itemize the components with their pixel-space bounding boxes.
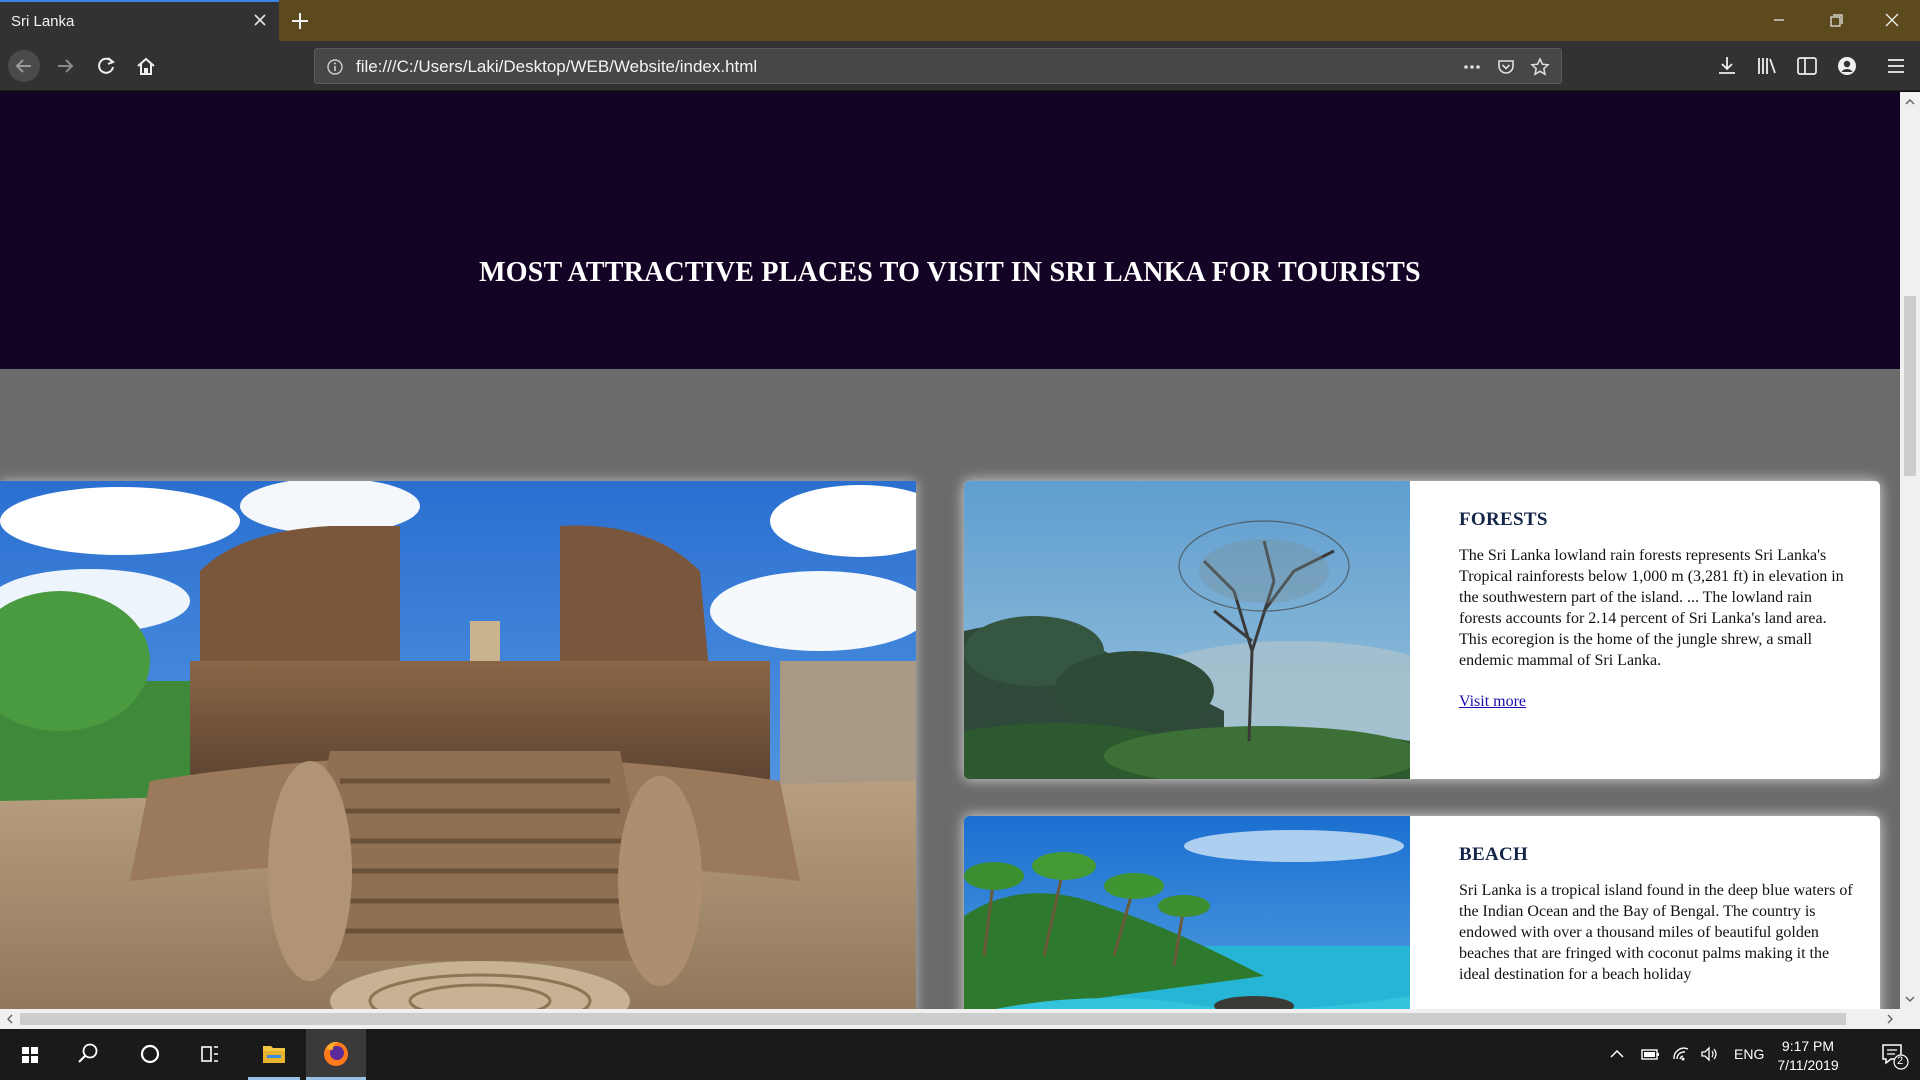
back-arrow-icon[interactable] (8, 50, 40, 82)
reload-icon[interactable] (90, 50, 122, 82)
clock-time: 9:17 PM (1781, 1038, 1835, 1054)
show-hidden-icons-icon[interactable] (1607, 1044, 1627, 1064)
account-icon[interactable] (1834, 53, 1860, 79)
hero-banner: MOST ATTRACTIVE PLACES TO VISIT IN SRI L… (0, 92, 1900, 369)
task-view-icon[interactable] (184, 1029, 236, 1080)
action-center-button[interactable]: 2 (1864, 1029, 1920, 1080)
cortana-icon[interactable] (124, 1029, 176, 1080)
search-icon[interactable] (62, 1029, 114, 1080)
pocket-icon[interactable] (1495, 56, 1517, 78)
beach-card: BEACH Sri Lanka is a tropical island fou… (964, 816, 1880, 1009)
downloads-icon[interactable] (1714, 53, 1740, 79)
page-title: MOST ATTRACTIVE PLACES TO VISIT IN SRI L… (479, 257, 1421, 288)
scroll-down-icon[interactable] (1902, 991, 1918, 1007)
temple-photo (0, 481, 916, 1009)
scroll-left-icon[interactable] (2, 1011, 18, 1027)
tab-title: Sri Lanka (11, 13, 75, 30)
bookmark-star-icon[interactable] (1529, 56, 1551, 78)
page-viewport: MOST ATTRACTIVE PLACES TO VISIT IN SRI L… (0, 92, 1900, 1009)
windows-taskbar: ENG 9:17 PM 7/11/2019 2 (0, 1029, 1920, 1080)
forward-arrow-icon[interactable] (49, 50, 81, 82)
card-description: The Sri Lanka lowland rain forests repre… (1459, 547, 1844, 669)
beach-card-body: BEACH Sri Lanka is a tropical island fou… (1459, 844, 1854, 985)
horizontal-scroll-thumb[interactable] (20, 1013, 1846, 1025)
card-title: BEACH (1459, 844, 1529, 865)
page-actions-icon[interactable] (1461, 56, 1483, 78)
clock-date: 7/11/2019 (1777, 1057, 1839, 1073)
battery-icon[interactable] (1640, 1044, 1660, 1064)
forest-photo (964, 481, 1410, 779)
browser-title-bar: Sri Lanka (0, 0, 1920, 41)
navigation-toolbar: file:///C:/Users/Laki/Desktop/WEB/Websit… (0, 41, 1920, 91)
notification-count: 2 (1897, 1055, 1904, 1067)
forests-card-body: FORESTS The Sri Lanka lowland rain fores… (1459, 509, 1854, 711)
scroll-right-icon[interactable] (1882, 1011, 1898, 1027)
home-icon[interactable] (130, 50, 162, 82)
file-explorer-taskbar-button[interactable] (248, 1029, 300, 1080)
close-window-icon[interactable] (1864, 0, 1920, 41)
wifi-icon[interactable] (1671, 1044, 1691, 1064)
library-icon[interactable] (1754, 53, 1780, 79)
windows-start-icon[interactable] (4, 1029, 56, 1080)
browser-tab[interactable]: Sri Lanka (0, 0, 279, 41)
folder-icon (263, 1046, 285, 1063)
tab-close-icon[interactable] (250, 10, 270, 30)
menu-hamburger-icon[interactable] (1883, 53, 1909, 79)
restore-icon[interactable] (1807, 0, 1863, 41)
scroll-up-icon[interactable] (1902, 94, 1918, 110)
firefox-taskbar-button[interactable] (306, 1029, 366, 1080)
card-description: Sri Lanka is a tropical island found in … (1459, 882, 1853, 983)
volume-icon[interactable] (1699, 1044, 1719, 1064)
address-bar[interactable]: file:///C:/Users/Laki/Desktop/WEB/Websit… (314, 48, 1562, 84)
firefox-icon (324, 1041, 348, 1066)
horizontal-scrollbar[interactable] (0, 1009, 1920, 1029)
sidebar-icon[interactable] (1794, 53, 1820, 79)
beach-photo (964, 816, 1410, 1009)
vertical-scroll-thumb[interactable] (1904, 296, 1916, 476)
forests-card: FORESTS The Sri Lanka lowland rain fores… (964, 481, 1880, 779)
info-icon[interactable] (324, 56, 346, 78)
new-tab-icon[interactable] (287, 8, 313, 34)
visit-more-link[interactable]: Visit more (1459, 693, 1526, 711)
card-title: FORESTS (1459, 509, 1548, 530)
url-text[interactable]: file:///C:/Users/Laki/Desktop/WEB/Websit… (356, 57, 757, 77)
notification-icon (1882, 1044, 1909, 1070)
minimize-icon[interactable] (1751, 0, 1807, 41)
vertical-scrollbar[interactable] (1900, 92, 1920, 1009)
system-clock[interactable]: 9:17 PM 7/11/2019 (1760, 1037, 1856, 1075)
